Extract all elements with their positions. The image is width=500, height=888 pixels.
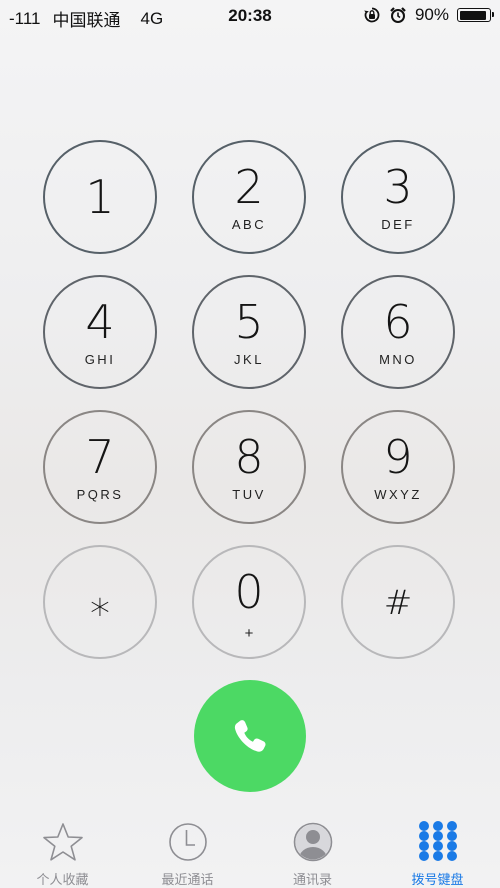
key-2[interactable]: 2 ABC bbox=[192, 140, 306, 254]
alarm-icon bbox=[389, 6, 407, 24]
tab-label-recents: 最近通话 bbox=[161, 873, 214, 888]
battery-icon bbox=[457, 8, 494, 22]
key-digit: # bbox=[383, 583, 413, 623]
key-letters: DEF bbox=[381, 217, 415, 232]
tab-label-keypad: 拨号键盘 bbox=[411, 873, 464, 888]
keypad-icon bbox=[417, 821, 459, 863]
key-hash[interactable]: # bbox=[341, 545, 455, 659]
star-icon bbox=[42, 821, 84, 863]
key-digit: 6 bbox=[383, 295, 413, 349]
key-digit: 3 bbox=[383, 160, 413, 214]
key-4[interactable]: 4 GHI bbox=[43, 275, 157, 389]
key-digit: 0 bbox=[234, 565, 264, 619]
key-letters: + bbox=[244, 625, 254, 642]
key-1[interactable]: 1 bbox=[43, 140, 157, 254]
key-digit: 9 bbox=[383, 430, 413, 484]
tab-keypad[interactable]: 拨号键盘 bbox=[375, 813, 500, 888]
key-9[interactable]: 9 WXYZ bbox=[341, 410, 455, 524]
key-letters: JKL bbox=[234, 352, 264, 367]
tab-label-contacts: 通讯录 bbox=[292, 873, 332, 888]
key-3[interactable]: 3 DEF bbox=[341, 140, 455, 254]
key-letters: MNO bbox=[379, 352, 417, 367]
key-letters: GHI bbox=[84, 352, 116, 367]
clock-icon bbox=[167, 821, 209, 863]
status-bar: -111 中国联通 4G 20:38 90% bbox=[0, 0, 500, 34]
battery-percent: 90% bbox=[414, 5, 449, 24]
key-star[interactable]: ⁎ bbox=[43, 545, 157, 659]
key-8[interactable]: 8 TUV bbox=[192, 410, 306, 524]
key-digit: 4 bbox=[85, 295, 115, 349]
key-7[interactable]: 7 PQRS bbox=[43, 410, 157, 524]
rotation-lock-icon bbox=[363, 6, 381, 24]
key-letters: ABC bbox=[231, 217, 267, 232]
key-letters: PQRS bbox=[76, 487, 124, 502]
key-5[interactable]: 5 JKL bbox=[192, 275, 306, 389]
key-digit: 7 bbox=[85, 430, 115, 484]
phone-icon bbox=[228, 714, 272, 758]
call-button[interactable] bbox=[194, 680, 306, 792]
key-letters: TUV bbox=[232, 487, 266, 502]
tab-label-favorites: 个人收藏 bbox=[36, 873, 89, 888]
key-digit: 1 bbox=[85, 170, 115, 224]
tab-bar: 个人收藏 最近通话 通讯录 拨号键盘 bbox=[0, 813, 500, 888]
key-digit: 8 bbox=[234, 430, 264, 484]
tab-recents[interactable]: 最近通话 bbox=[125, 813, 250, 888]
key-digit: ⁎ bbox=[90, 579, 110, 625]
tab-favorites[interactable]: 个人收藏 bbox=[0, 813, 125, 888]
key-0[interactable]: 0 + bbox=[192, 545, 306, 659]
tab-contacts[interactable]: 通讯录 bbox=[250, 813, 375, 888]
key-letters: WXYZ bbox=[374, 487, 422, 502]
key-6[interactable]: 6 MNO bbox=[341, 275, 455, 389]
contact-icon bbox=[292, 821, 334, 863]
key-digit: 2 bbox=[234, 160, 264, 214]
battery-fill bbox=[459, 10, 486, 20]
status-right: 90% bbox=[363, 5, 494, 25]
key-digit: 5 bbox=[234, 295, 264, 349]
